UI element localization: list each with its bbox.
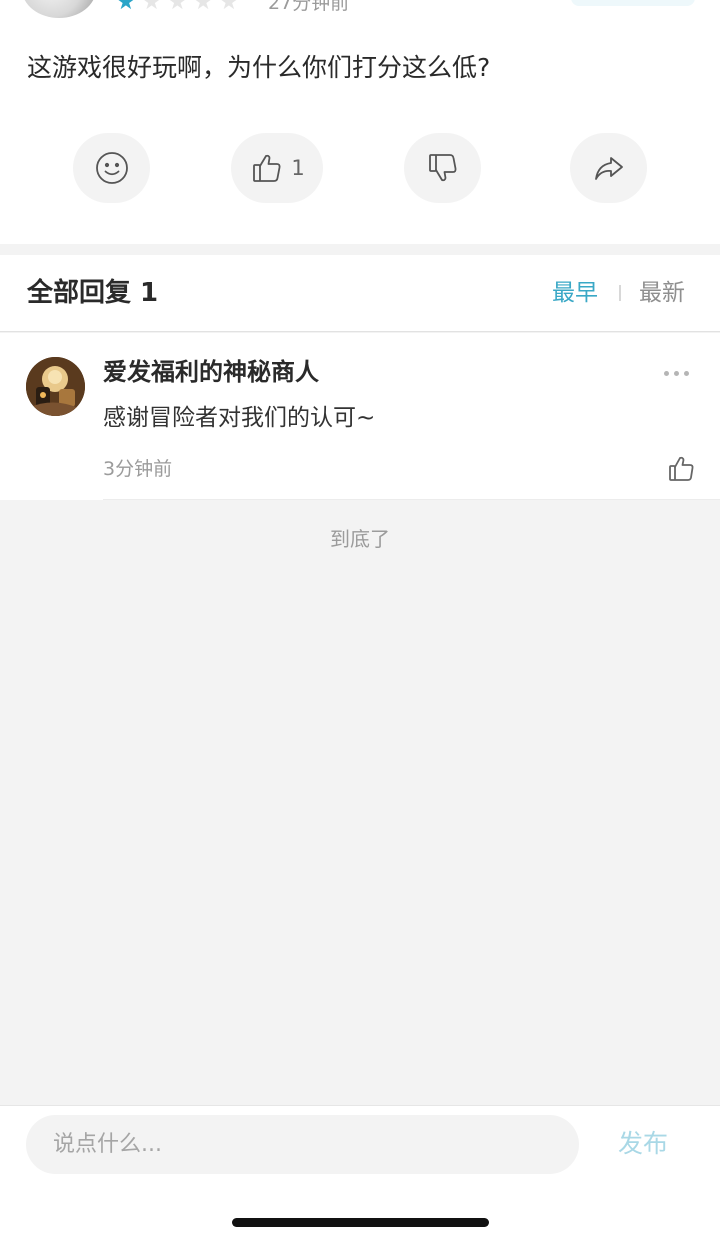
- star-icon: ★: [167, 0, 188, 15]
- comment-composer: 发布: [0, 1105, 720, 1241]
- star-icon: ★: [193, 0, 213, 15]
- share-icon: [594, 157, 623, 180]
- star-icon: ★: [218, 0, 239, 15]
- thumbs-up-icon: [669, 456, 694, 481]
- sort-divider: [619, 285, 621, 301]
- home-indicator: [232, 1218, 489, 1227]
- publish-button[interactable]: 发布: [618, 1126, 668, 1162]
- smiley-icon: [95, 152, 128, 184]
- reply-author[interactable]: 爱发福利的神秘商人: [103, 355, 319, 389]
- reply-item: 爱发福利的神秘商人 感谢冒险者对我们的认可~ 3分钟前: [0, 333, 720, 500]
- share-button[interactable]: [570, 133, 647, 203]
- divider: [103, 499, 720, 500]
- review-text: 这游戏很好玩啊，为什么你们打分这么低?: [27, 53, 491, 82]
- reviewer-avatar[interactable]: [22, 0, 96, 18]
- like-button[interactable]: 1: [231, 133, 323, 203]
- avatar[interactable]: [26, 357, 85, 416]
- thumbs-up-icon: [253, 154, 281, 182]
- replies-header: 全部回复 1 最早 最新: [0, 255, 720, 332]
- sort-latest-tab[interactable]: 最新: [639, 277, 685, 309]
- like-count: 1: [291, 156, 305, 180]
- follow-button[interactable]: [571, 0, 695, 6]
- end-of-list-text: 到底了: [330, 527, 390, 551]
- dislike-button[interactable]: [404, 133, 481, 203]
- replies-title: 全部回复 1: [27, 278, 159, 308]
- star-icon: ★: [141, 0, 162, 15]
- emoji-button[interactable]: [73, 133, 150, 203]
- review-time: 27分钟前: [268, 0, 350, 14]
- rating-stars: ★ ★ ★ ★ ★: [116, 0, 239, 14]
- reply-like-button[interactable]: [667, 454, 697, 484]
- thumbs-down-icon: [428, 154, 456, 182]
- review-card: ★ ★ ★ ★ ★ 27分钟前 这游戏很好玩啊，为什么你们打分这么低? 1: [0, 0, 720, 244]
- reply-time: 3分钟前: [103, 458, 173, 480]
- comment-input[interactable]: [26, 1115, 579, 1174]
- merchant-avatar-image: [26, 357, 85, 416]
- reply-text: 感谢冒险者对我们的认可~: [103, 405, 376, 431]
- more-icon[interactable]: [664, 371, 689, 376]
- star-icon: ★: [116, 0, 136, 15]
- sort-earliest-tab[interactable]: 最早: [552, 277, 598, 309]
